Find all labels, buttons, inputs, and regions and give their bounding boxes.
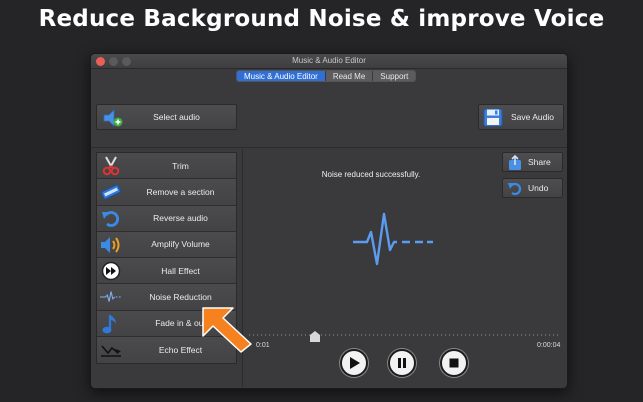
status-message: Noise reduced successfully. [321, 170, 421, 179]
tool-trim[interactable]: Trim [97, 153, 236, 180]
tool-remove-section[interactable]: Remove a section [97, 179, 236, 206]
tab-support[interactable]: Support [373, 71, 416, 81]
undo-icon [507, 181, 523, 199]
save-audio-button[interactable]: Save Audio [478, 104, 564, 130]
current-time: 0:01 [256, 342, 270, 349]
headline: Reduce Background Noise & improve Voice [38, 6, 605, 32]
floppy-disk-icon [483, 108, 503, 129]
stop-icon [449, 358, 459, 368]
pointer-arrow-icon [199, 302, 255, 359]
tab-read-me[interactable]: Read Me [325, 71, 374, 81]
share-label: Share [528, 157, 551, 167]
tool-reverse-audio[interactable]: Reverse audio [97, 205, 236, 232]
tool-hall-effect-label: Hall Effect [161, 265, 200, 276]
play-button[interactable] [340, 349, 368, 377]
pause-icon [398, 358, 406, 368]
total-time: 0:00:04 [537, 342, 561, 349]
save-audio-label: Save Audio [511, 112, 555, 122]
toolbar-divider [91, 147, 567, 148]
window-title: Music & Audio Editor [292, 56, 366, 65]
waveform-icon [100, 287, 122, 307]
play-icon [350, 357, 360, 369]
title-bar: Music & Audio Editor [91, 54, 567, 69]
tool-amplify-volume-label: Amplify Volume [151, 239, 210, 250]
tool-trim-label: Trim [172, 160, 189, 171]
playhead-handle[interactable] [309, 329, 320, 342]
tool-hall-effect[interactable]: Hall Effect [97, 258, 236, 285]
select-audio-label: Select audio [153, 112, 200, 122]
scissors-icon [100, 156, 122, 176]
music-note-icon [100, 314, 122, 334]
undo-label: Undo [528, 183, 549, 193]
pause-button[interactable] [388, 349, 416, 377]
share-button[interactable]: Share [502, 152, 563, 172]
fast-forward-circle-icon [100, 261, 122, 281]
tool-remove-section-label: Remove a section [146, 186, 215, 197]
tab-music-audio-editor[interactable]: Music & Audio Editor [237, 71, 326, 81]
select-audio-button[interactable]: Select audio [96, 104, 237, 130]
app-window: Music & Audio Editor Music & Audio Edito… [90, 53, 568, 389]
waveform-graphic [353, 212, 433, 277]
tab-bar: Music & Audio Editor Read Me Support [236, 70, 417, 82]
undo-button[interactable]: Undo [502, 178, 563, 198]
stop-button[interactable] [440, 349, 468, 377]
tool-amplify-volume[interactable]: Amplify Volume [97, 231, 236, 258]
tool-noise-reduction-label: Noise Reduction [149, 291, 212, 302]
echo-curve-icon [100, 340, 122, 360]
share-icon [507, 154, 523, 173]
speaker-volume-icon [100, 235, 122, 255]
timeline-track[interactable] [249, 334, 561, 336]
reverse-arrow-icon [100, 209, 122, 229]
remove-tag-icon [100, 182, 122, 202]
tool-reverse-audio-label: Reverse audio [153, 213, 208, 224]
